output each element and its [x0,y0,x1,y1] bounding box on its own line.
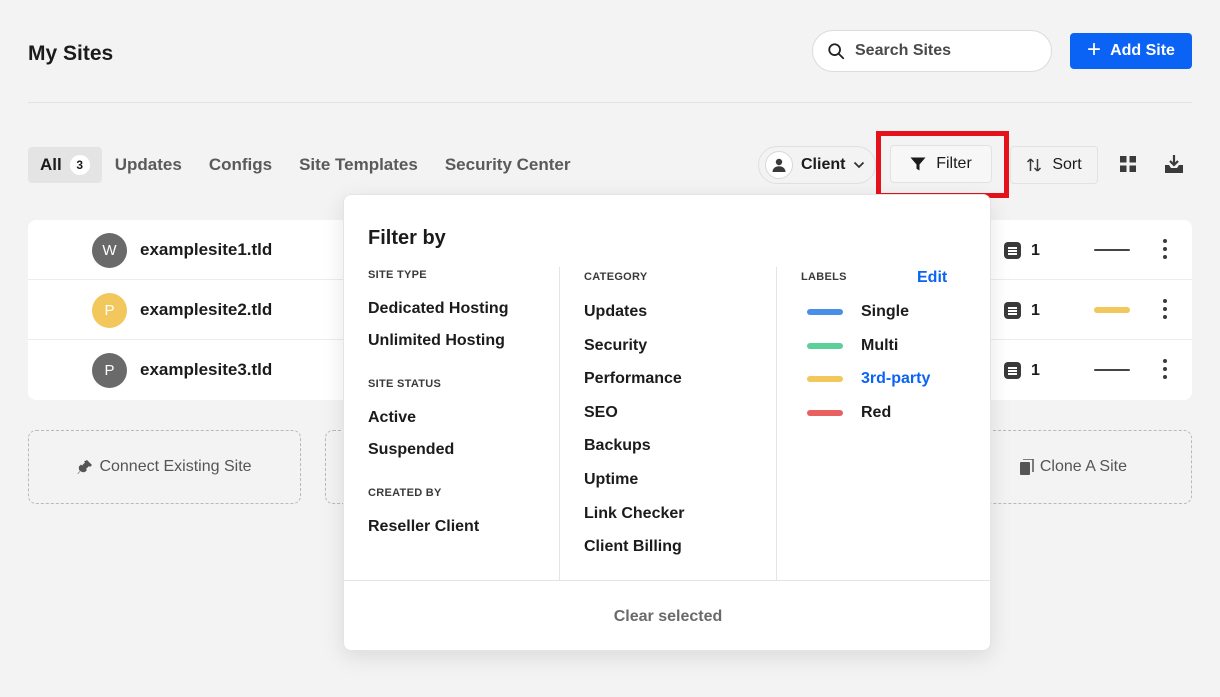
filter-option-dedicated-hosting[interactable]: Dedicated Hosting [368,300,508,318]
document-count: 1 [1031,362,1040,379]
plug-icon [77,460,93,474]
document-icon [1004,302,1021,319]
connect-existing-site-label: Connect Existing Site [99,458,252,475]
download-icon[interactable] [1164,154,1184,174]
site-label-indicator [1094,249,1130,251]
filter-option-client-billing[interactable]: Client Billing [584,538,682,556]
label-swatch-single [807,309,843,315]
filter-option-label-red[interactable]: Red [861,404,891,422]
edit-labels-link[interactable]: Edit [917,269,947,287]
tab-count-badge: 3 [69,155,90,175]
page-title: My Sites [28,42,114,65]
plus-icon: + [1087,36,1102,63]
tab-all[interactable]: All 3 [28,147,102,183]
filter-panel-title: Filter by [368,227,446,249]
clone-site-card[interactable]: Clone A Site [960,430,1192,504]
sort-arrows-icon [1027,158,1042,172]
filter-option-updates[interactable]: Updates [584,303,647,321]
user-icon [765,151,793,179]
clear-selected-button[interactable]: Clear selected [614,608,723,626]
site-avatar: P [92,293,127,328]
document-count: 1 [1031,242,1040,259]
search-input[interactable] [855,42,1035,60]
document-icon [1004,362,1021,379]
section-heading-site-status: SITE STATUS [368,378,442,390]
copy-icon [1019,459,1034,475]
filter-panel: Filter by SITE TYPE Dedicated Hosting Un… [343,194,992,652]
sort-button[interactable]: Sort [1010,146,1098,184]
section-heading-created-by: CREATED BY [368,487,442,499]
filter-option-label-single[interactable]: Single [861,303,909,321]
filter-option-reseller-client[interactable]: Reseller Client [368,518,479,536]
filter-column-labels: LABELS Edit Single Multi 3rd-party Red [776,267,992,580]
filter-option-suspended[interactable]: Suspended [368,441,454,459]
site-avatar: W [92,233,127,268]
grid-view-icon[interactable] [1119,155,1137,173]
tab-security-center[interactable]: Security Center [445,147,571,183]
site-name[interactable]: examplesite1.tld [140,240,272,260]
client-dropdown[interactable]: Client [758,146,876,184]
filter-column-site: SITE TYPE Dedicated Hosting Unlimited Ho… [344,267,559,580]
tab-configs[interactable]: Configs [209,147,272,183]
site-label-indicator [1094,369,1130,371]
more-options-icon[interactable] [1160,239,1170,259]
tab-updates[interactable]: Updates [115,147,182,183]
filter-option-label-3rd-party[interactable]: 3rd-party [861,370,930,388]
section-heading-labels: LABELS [801,271,847,283]
filter-option-active[interactable]: Active [368,409,416,427]
more-options-icon[interactable] [1160,359,1170,379]
label-swatch-multi [807,343,843,349]
filter-option-link-checker[interactable]: Link Checker [584,505,684,523]
tab-site-templates[interactable]: Site Templates [299,147,418,183]
filter-option-backups[interactable]: Backups [584,437,651,455]
tab-label: All [40,155,62,174]
label-swatch-red [807,410,843,416]
site-label-indicator [1094,307,1130,313]
chevron-down-icon [854,161,865,169]
highlight-box [876,131,1009,198]
document-icon [1004,242,1021,259]
clone-site-label: Clone A Site [1039,458,1127,475]
site-name[interactable]: examplesite3.tld [140,360,272,380]
filter-option-label-multi[interactable]: Multi [861,337,898,355]
more-options-icon[interactable] [1160,299,1170,319]
sort-label: Sort [1052,156,1082,173]
add-site-label: Add Site [1110,42,1175,59]
filter-option-seo[interactable]: SEO [584,404,618,422]
section-heading-site-type: SITE TYPE [368,269,427,281]
filter-panel-footer: Clear selected [344,580,992,652]
filter-option-security[interactable]: Security [584,337,647,355]
site-name[interactable]: examplesite2.tld [140,300,272,320]
site-avatar: P [92,353,127,388]
document-count: 1 [1031,302,1040,319]
search-box[interactable] [812,30,1052,72]
label-swatch-3rd-party [807,376,843,382]
filter-option-unlimited-hosting[interactable]: Unlimited Hosting [368,332,505,350]
filter-option-uptime[interactable]: Uptime [584,471,638,489]
connect-existing-site-card[interactable]: Connect Existing Site [28,430,301,504]
section-heading-category: CATEGORY [584,271,648,283]
add-site-button[interactable]: + Add Site [1070,33,1192,69]
search-icon [828,43,845,60]
site-tabs: All 3 Updates Configs Site Templates Sec… [28,147,598,183]
filter-column-category: CATEGORY Updates Security Performance SE… [559,267,776,580]
filter-option-performance[interactable]: Performance [584,370,682,388]
client-label: Client [801,156,846,173]
header-divider [28,102,1192,103]
